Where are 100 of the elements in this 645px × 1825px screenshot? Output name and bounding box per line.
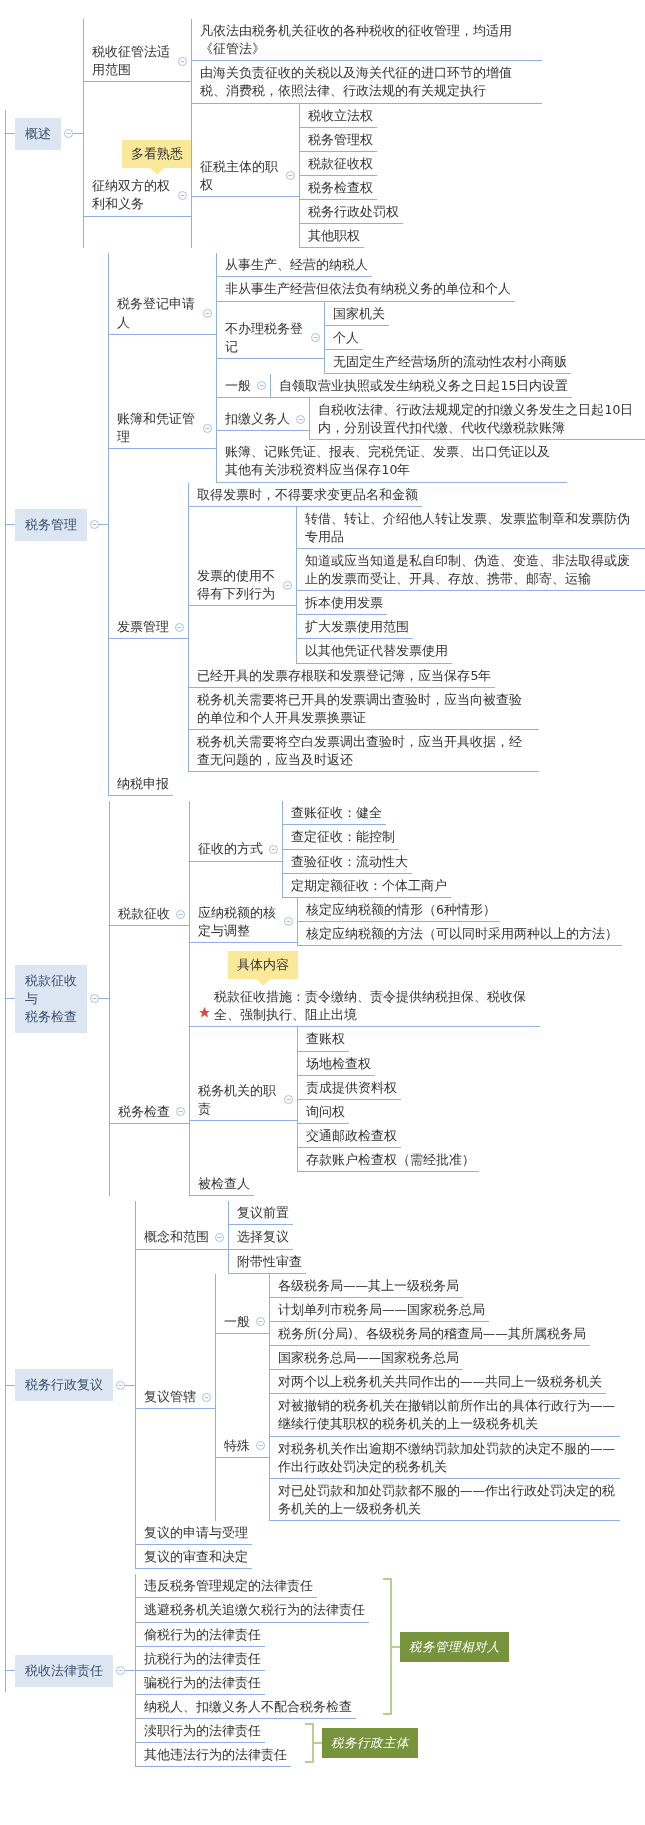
topic-label: 复议前置 xyxy=(237,1204,289,1223)
topic-label: 纳税申报 xyxy=(117,775,170,794)
collapse-icon[interactable] xyxy=(203,309,213,319)
collapse-icon[interactable] xyxy=(176,1107,185,1117)
collapse-icon[interactable] xyxy=(286,171,295,181)
topic-label: 概念和范围 xyxy=(144,1228,209,1247)
collapse-icon[interactable] xyxy=(256,1317,265,1327)
topic-label: 一般 xyxy=(225,376,252,395)
collapse-icon[interactable] xyxy=(175,622,185,632)
topic-label: 发票管理 xyxy=(117,618,170,637)
topic-label: 发票的使用不得有下列行为 xyxy=(197,566,277,604)
note-callout: 多看熟悉 xyxy=(122,140,192,176)
root-topic-line: 与 xyxy=(25,989,39,1008)
note-callout: 具体内容 xyxy=(228,951,298,987)
topic-label: 渎职行为的法律责任 xyxy=(144,1722,261,1740)
topic-label: 场地检查权 xyxy=(306,1054,371,1073)
topic-label: 凡依法由税务机关征收的各种税收的征收管理，均适用《征管法》 xyxy=(200,22,513,59)
topic-label: 知道或应当知道是私自印制、伪造、变造、非法取得或废止的发票而受让、开具、存放、携带、邮寄、运输 xyxy=(305,551,632,588)
topic-label: 纳税人、扣缴义务人不配合税务检查 xyxy=(144,1697,352,1716)
topic-label: 已经开具的发票存根联和发票登记簿，应当保存5年 xyxy=(197,666,492,685)
topic-label: 计划单列市税务局——国家税务总局 xyxy=(278,1300,485,1319)
topic-label: 无固定生产经营场所的流动性农村小商贩 xyxy=(333,352,568,371)
topic-label: 复议的申请与受理 xyxy=(144,1524,248,1542)
topic-label: 对已处罚款和加处罚款都不服的——作出行政处罚决定的税务机关的上一级税务机关 xyxy=(278,1481,616,1518)
topic-label: 扩大发票使用范围 xyxy=(305,618,410,637)
topic-label: 应纳税额的核定与调整 xyxy=(198,903,277,940)
collapse-icon[interactable] xyxy=(202,1392,211,1402)
topic-label: 账簿和凭证管理 xyxy=(117,410,197,447)
collapse-icon[interactable] xyxy=(203,423,213,433)
topic-label: 核定应纳税额的情形（6种情形） xyxy=(306,900,496,919)
topic-label: 由海关负责征收的关税以及海关代征的进口环节的增值税、消费税，依照法律、行政法规的有关规定执行 xyxy=(200,64,513,101)
collapse-icon[interactable] xyxy=(257,381,267,391)
topic-label: 被检查人 xyxy=(198,1175,250,1194)
topic-label: 税收征管法适用范围 xyxy=(92,43,171,80)
topic-label: 税务检查 xyxy=(118,1102,170,1121)
topic-label: 一般 xyxy=(224,1312,250,1331)
topic-label: 查定征收：能控制 xyxy=(291,828,395,847)
root-topic-line: 税务检查 xyxy=(25,1007,77,1026)
root-topic: 税务管理 xyxy=(14,508,87,541)
topic-label: 核定应纳税额的方法（可以同时采用两种以上的方法） xyxy=(306,924,618,943)
topic-label: 查账征收：健全 xyxy=(291,804,382,823)
topic-label: 交通邮政检查权 xyxy=(306,1126,397,1145)
topic-label: 非从事生产经营但依法负有纳税义务的单位和个人 xyxy=(225,280,512,299)
topic-label: 税务机关需要将已开具的发票调出查验时，应当向被查验的单位和个人开具发票换票证 xyxy=(197,690,524,727)
collapse-icon[interactable] xyxy=(256,1441,265,1451)
topic-label: 拆本使用发票 xyxy=(305,594,384,613)
topic-label: 询问权 xyxy=(306,1102,345,1121)
topic-label: 征纳双方的权利和义务 xyxy=(92,177,171,214)
topic-label: 税款征收权 xyxy=(308,154,373,173)
collapse-icon[interactable] xyxy=(284,1095,293,1105)
topic-label: 各级税务局——其上一级税务局 xyxy=(278,1276,459,1295)
topic-label: 税务检查权 xyxy=(308,178,373,197)
topic-label: 税务行政处罚权 xyxy=(308,203,399,221)
collapse-icon[interactable] xyxy=(89,520,99,530)
topic-label: 国家税务总局——国家税务总局 xyxy=(278,1349,459,1367)
topic-label: 税款征收措施：责令缴纳、责令提供纳税担保、税收保全、强制执行、阻止出境 xyxy=(214,988,527,1025)
collapse-icon[interactable] xyxy=(178,190,187,200)
topic-label: 账簿、记账凭证、报表、完税凭证、发票、出口凭证以及其他有关涉税资料应当保存10年 xyxy=(225,443,552,480)
collapse-icon[interactable] xyxy=(269,845,278,854)
collapse-icon[interactable] xyxy=(283,580,293,590)
topic-label: 税务机关需要将空白发票调出查验时，应当开具收据，经查无问题的，应当及时返还 xyxy=(197,732,524,769)
collapse-icon[interactable] xyxy=(116,1380,125,1390)
topic-label: 对两个以上税务机关共同作出的——共同上一级税务机关 xyxy=(278,1373,602,1392)
topic-label: 转借、转让、介绍他人转让发票、发票监制章和发票防伪专用品 xyxy=(305,509,632,546)
topic-label: 个人 xyxy=(333,328,360,347)
collapse-icon[interactable] xyxy=(215,1232,224,1242)
topic-label: 复议管辖 xyxy=(144,1388,196,1407)
summary-label: 税务管理相对人 xyxy=(400,1631,509,1662)
topic-label: 税款征收 xyxy=(118,905,170,924)
topic-label: 以其他凭证代替发票使用 xyxy=(305,642,449,661)
collapse-icon[interactable] xyxy=(178,56,187,66)
callout-tail xyxy=(256,979,270,987)
topic-label: 附带性审查 xyxy=(237,1252,302,1271)
topic-label: 征税主体的职权 xyxy=(200,157,279,194)
collapse-icon[interactable] xyxy=(64,129,73,139)
collapse-icon[interactable] xyxy=(296,414,306,424)
topic-label: 对税务机关作出逾期不缴纳罚款加处罚款的决定不服的——作出行政处罚决定的税务机关 xyxy=(278,1439,616,1476)
topic-label: 扣缴义务人 xyxy=(225,410,291,429)
topic-label: 抗税行为的法律责任 xyxy=(144,1649,261,1668)
collapse-icon[interactable] xyxy=(116,1666,125,1676)
topic-label: 税务登记申请人 xyxy=(117,295,197,332)
topic-label: 违反税务管理规定的法律责任 xyxy=(144,1577,313,1596)
topic-label: 税收立法权 xyxy=(308,106,373,125)
topic-label: 自税收法律、行政法规规定的扣缴义务发生之日起10日内，分别设置代扣代缴、代收代缴税款账簿 xyxy=(318,401,635,438)
topic-label: 税务所(分局)、各级税务局的稽查局——其所属税务局 xyxy=(278,1324,586,1343)
topic-label: 选择复议 xyxy=(237,1228,289,1247)
collapse-icon[interactable] xyxy=(176,909,185,919)
topic-label: 存款账户检查权（需经批准） xyxy=(306,1151,475,1169)
root-topic: 税收法律责任 xyxy=(15,1654,113,1687)
topic-label: 取得发票时，不得要求变更品名和金额 xyxy=(197,485,419,504)
topic-label: 其他职权 xyxy=(308,227,360,246)
topic-label: 对被撤销的税务机关在撤销以前所作出的具体行政行为——继续行使其职权的税务机关的上一级税务机关 xyxy=(278,1397,616,1434)
collapse-icon[interactable] xyxy=(90,994,99,1004)
collapse-icon[interactable] xyxy=(284,917,293,927)
topic-label: 偷税行为的法律责任 xyxy=(144,1625,261,1644)
topic-label: 复议的审查和决定 xyxy=(144,1548,248,1567)
collapse-icon[interactable] xyxy=(311,333,321,343)
root-topic-line: 税款征收 xyxy=(25,971,77,990)
topic-label: 责成提供资料权 xyxy=(306,1078,397,1097)
topic-label: 自领取营业执照或发生纳税义务之日起15日内设置 xyxy=(279,376,569,395)
